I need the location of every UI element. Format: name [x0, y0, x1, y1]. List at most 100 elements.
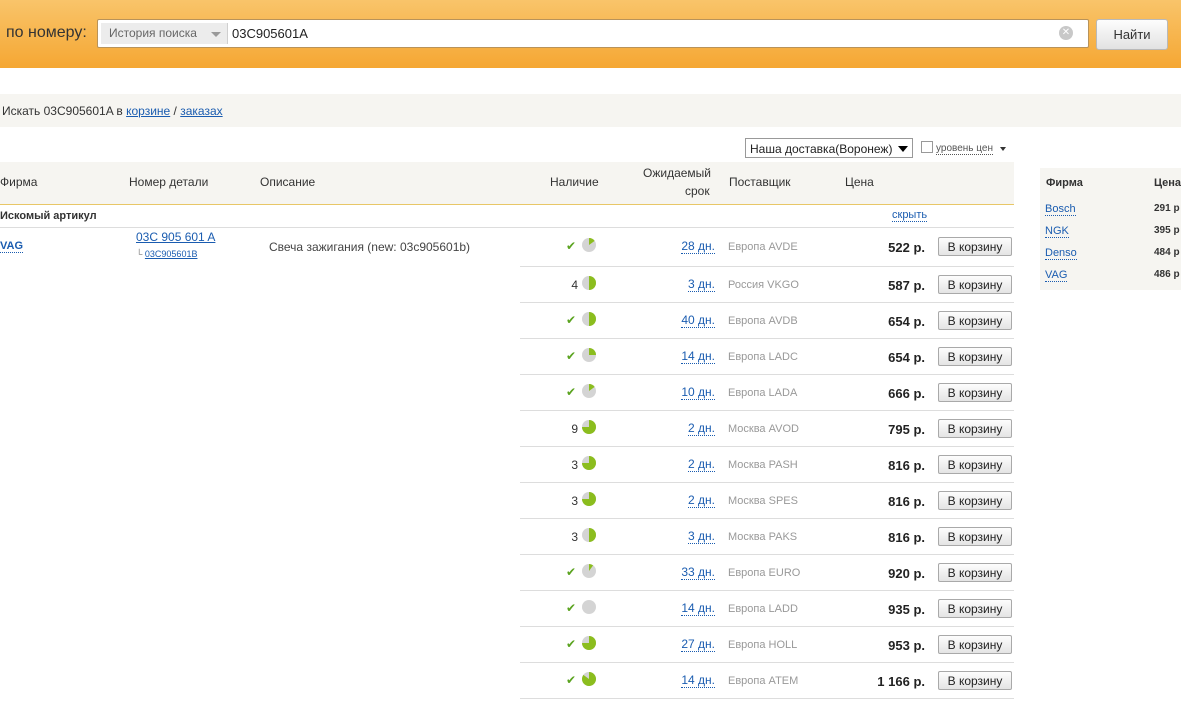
column-header-expected-line2[interactable]: срок — [685, 184, 710, 198]
offer-row: ✔ 14 дн. Европа LADD 935 р. В корзину — [520, 591, 1014, 627]
supplier-name: Европа AVDB — [728, 315, 798, 327]
search-box: История поиска ✕ — [97, 19, 1089, 48]
in-stock-check-icon: ✔ — [566, 239, 577, 253]
in-stock-check-icon: ✔ — [566, 349, 577, 363]
offer-row: ✔ 27 дн. Европа HOLL 953 р. В корзину — [520, 627, 1014, 663]
delivery-term[interactable]: 2 дн. — [688, 422, 715, 436]
offer-row: 3 3 дн. Москва PAKS 816 р. В корзину — [520, 519, 1014, 555]
search-label: по номеру: — [6, 24, 87, 41]
stock-pie-icon — [582, 384, 596, 398]
in-stock-check-icon: ✔ — [566, 385, 577, 399]
offer-row: ✔ 40 дн. Европа AVDB 654 р. В корзину — [520, 303, 1014, 339]
delivery-select[interactable]: Наша доставка(Воронеж) — [745, 138, 913, 158]
availability-count: 4 — [571, 278, 578, 292]
delivery-term[interactable]: 2 дн. — [688, 458, 715, 472]
chevron-down-icon — [898, 146, 908, 152]
add-to-cart-button[interactable]: В корзину — [938, 419, 1012, 438]
in-stock-check-icon: ✔ — [566, 601, 577, 615]
delivery-select-value: Наша доставка(Воронеж) — [750, 142, 893, 156]
search-in-prefix: Искать 03C905601A в — [2, 104, 123, 118]
column-header-description[interactable]: Описание — [260, 175, 315, 189]
add-to-cart-button[interactable]: В корзину — [938, 347, 1012, 366]
offer-row: 9 2 дн. Москва AVOD 795 р. В корзину — [520, 411, 1014, 447]
delivery-term[interactable]: 3 дн. — [688, 530, 715, 544]
offer-row: ✔ 28 дн. Европа AVDE 522 р. В корзину — [520, 227, 1014, 267]
offer-row: 4 3 дн. Россия VKGO 587 р. В корзину — [520, 267, 1014, 303]
price-level-checkbox[interactable] — [921, 141, 933, 153]
delivery-term[interactable]: 2 дн. — [688, 494, 715, 508]
delivery-term[interactable]: 10 дн. — [681, 386, 715, 400]
stock-pie-icon — [582, 420, 596, 434]
stock-pie-icon — [582, 672, 596, 686]
offer-price: 587 р. — [888, 278, 925, 293]
alt-number-link[interactable]: 03C905601B — [145, 249, 198, 259]
delivery-term[interactable]: 27 дн. — [681, 638, 715, 652]
offer-row: 3 2 дн. Москва PASH 816 р. В корзину — [520, 447, 1014, 483]
sidebar-brand-link[interactable]: NGK — [1045, 225, 1069, 238]
supplier-name: Европа LADC — [728, 351, 798, 363]
add-to-cart-button[interactable]: В корзину — [938, 237, 1012, 256]
supplier-name: Европа LADA — [728, 387, 798, 399]
price-level-dropdown[interactable]: уровень цен — [936, 143, 993, 155]
offer-row: ✔ 33 дн. Европа EURO 920 р. В корзину — [520, 555, 1014, 591]
supplier-name: Россия VKGO — [728, 279, 799, 291]
column-header-brand[interactable]: Фирма — [0, 175, 37, 189]
stock-pie-icon — [582, 600, 596, 614]
add-to-cart-button[interactable]: В корзину — [938, 455, 1012, 474]
clear-icon[interactable]: ✕ — [1059, 26, 1073, 40]
offer-price: 935 р. — [888, 602, 925, 617]
column-header-supplier[interactable]: Поставщик — [729, 175, 791, 189]
find-button[interactable]: Найти — [1096, 19, 1168, 50]
delivery-term[interactable]: 14 дн. — [681, 350, 715, 364]
search-in-text: Искать 03C905601A в корзине / заказах — [2, 104, 223, 118]
orders-link[interactable]: заказах — [180, 104, 222, 118]
add-to-cart-button[interactable]: В корзину — [938, 599, 1012, 618]
column-header-expected-line1[interactable]: Ожидаемый — [643, 166, 711, 180]
stock-pie-icon — [582, 564, 596, 578]
add-to-cart-button[interactable]: В корзину — [938, 671, 1012, 690]
search-input[interactable] — [232, 23, 1052, 44]
column-header-availability[interactable]: Наличие — [550, 175, 599, 189]
sidebar-brand-link[interactable]: Bosch — [1045, 203, 1076, 216]
offer-price: 795 р. — [888, 422, 925, 437]
item-description: Свеча зажигания (new: 03c905601b) — [269, 240, 471, 254]
search-in-bar: Искать 03C905601A в корзине / заказах — [0, 94, 1181, 127]
offer-row: 3 2 дн. Москва SPES 816 р. В корзину — [520, 483, 1014, 519]
availability-count: 3 — [571, 494, 578, 508]
add-to-cart-button[interactable]: В корзину — [938, 491, 1012, 510]
item-part-number[interactable]: 03C 905 601 A — [136, 230, 215, 244]
delivery-term[interactable]: 14 дн. — [681, 674, 715, 688]
delivery-term[interactable]: 3 дн. — [688, 278, 715, 292]
column-header-price[interactable]: Цена — [845, 175, 874, 189]
delivery-term[interactable]: 33 дн. — [681, 566, 715, 580]
delivery-term[interactable]: 28 дн. — [681, 240, 715, 254]
alt-arrow-icon: └ — [136, 249, 143, 259]
searched-article-section: Искомый артикул скрыть — [0, 204, 1014, 228]
item-brand[interactable]: VAG — [0, 240, 24, 253]
hide-link[interactable]: скрыть — [892, 209, 928, 222]
add-to-cart-button[interactable]: В корзину — [938, 527, 1012, 546]
sidebar-brand-link[interactable]: Denso — [1045, 247, 1077, 260]
search-history-dropdown[interactable]: История поиска — [101, 23, 228, 44]
cart-link[interactable]: корзине — [126, 104, 170, 118]
stock-pie-icon — [582, 456, 596, 470]
availability-count: 3 — [571, 530, 578, 544]
column-header-part-number[interactable]: Номер детали — [129, 175, 208, 189]
add-to-cart-button[interactable]: В корзину — [938, 311, 1012, 330]
add-to-cart-button[interactable]: В корзину — [938, 635, 1012, 654]
add-to-cart-button[interactable]: В корзину — [938, 383, 1012, 402]
sidebar-price-header: Цена — [1154, 177, 1181, 189]
add-to-cart-button[interactable]: В корзину — [938, 275, 1012, 294]
add-to-cart-button[interactable]: В корзину — [938, 563, 1012, 582]
delivery-term[interactable]: 40 дн. — [681, 314, 715, 328]
delivery-term[interactable]: 14 дн. — [681, 602, 715, 616]
in-stock-check-icon: ✔ — [566, 637, 577, 651]
chevron-down-icon[interactable] — [1000, 147, 1006, 151]
offer-price: 816 р. — [888, 494, 925, 509]
availability-count: 3 — [571, 458, 578, 472]
stock-pie-icon — [582, 276, 596, 290]
sidebar-brand-link[interactable]: VAG — [1045, 269, 1068, 282]
stock-pie-icon — [582, 528, 596, 542]
offer-price: 920 р. — [888, 566, 925, 581]
brand-price-sidebar: Фирма Цена Bosch 291 р NGK 395 р Denso 4… — [1040, 168, 1181, 290]
